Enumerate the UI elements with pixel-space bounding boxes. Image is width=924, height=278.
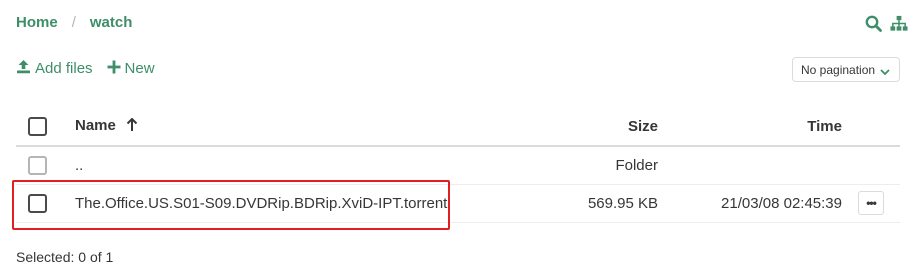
file-actions: Add files New [16, 59, 155, 78]
plus-icon [107, 60, 121, 78]
row-size: 569.95 KB [530, 184, 658, 223]
row-actions-cell [842, 146, 900, 185]
breadcrumb-separator: / [71, 14, 76, 31]
pagination-selected-value: No pagination [801, 62, 876, 77]
row-name[interactable]: The.Office.US.S01-S09.DVDRip.BDRip.XviD-… [64, 184, 530, 223]
upload-icon [16, 59, 31, 78]
breadcrumb-current[interactable]: watch [90, 14, 133, 31]
breadcrumb: Home / watch [16, 14, 132, 31]
row-time: 21/03/08 02:45:39 [658, 184, 842, 223]
header-time[interactable]: Time [658, 108, 842, 147]
table-header-row: Name Size Time [16, 108, 900, 147]
top-toolbar [864, 14, 908, 32]
breadcrumb-home[interactable]: Home [16, 14, 58, 31]
search-icon[interactable] [864, 14, 882, 32]
row-name[interactable]: .. [64, 146, 530, 185]
header-size[interactable]: Size [530, 108, 658, 147]
table-row[interactable]: The.Office.US.S01-S09.DVDRip.BDRip.XviD-… [16, 184, 900, 223]
row-checkbox[interactable] [28, 155, 47, 175]
new-label: New [124, 60, 155, 77]
sitemap-icon[interactable] [890, 14, 908, 32]
chevron-down-icon [880, 65, 890, 79]
select-all-checkbox[interactable] [28, 117, 47, 136]
selection-status: Selected: 0 of 1 [16, 249, 114, 265]
row-time [658, 146, 842, 185]
table-row[interactable]: .. Folder [16, 146, 900, 185]
header-actions-cell [842, 108, 900, 147]
header-name-label: Name [75, 117, 116, 135]
add-files-button[interactable]: Add files [16, 59, 93, 78]
header-size-label: Size [627, 118, 658, 135]
sort-arrow-up-icon [126, 117, 138, 136]
header-select-cell [16, 108, 64, 147]
row-select-cell [16, 184, 64, 223]
header-name[interactable]: Name [64, 108, 530, 147]
file-table: Name Size Time .. Folder The.Office.US.S… [16, 108, 900, 223]
row-checkbox[interactable] [28, 193, 47, 213]
row-select-cell [16, 146, 64, 185]
row-size: Folder [530, 146, 658, 185]
add-files-label: Add files [35, 60, 93, 77]
pagination-select[interactable]: No pagination [792, 57, 900, 82]
header-time-label: Time [807, 118, 842, 135]
row-actions-cell: ••• [842, 184, 900, 223]
more-options-button[interactable]: ••• [858, 191, 884, 215]
new-button[interactable]: New [107, 59, 155, 78]
